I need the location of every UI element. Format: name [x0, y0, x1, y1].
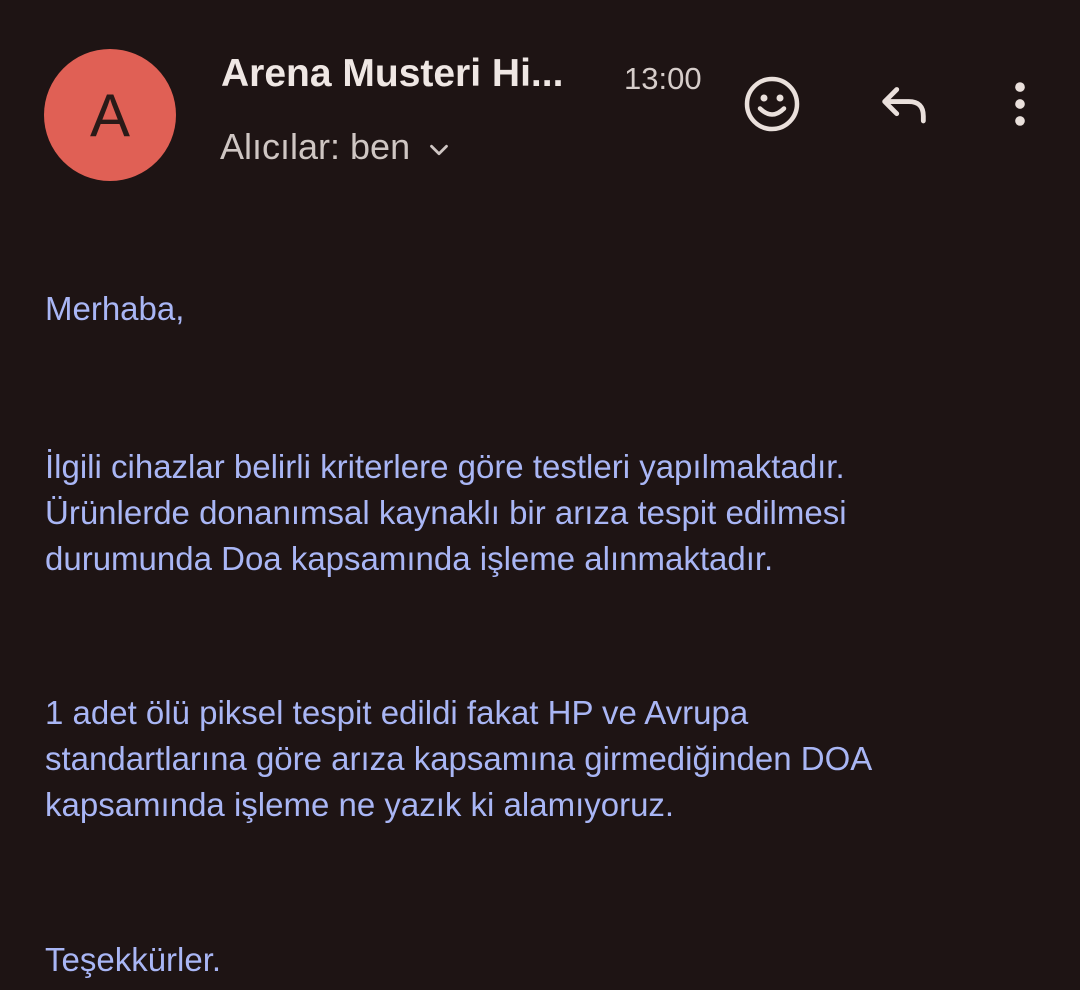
- closing-text: Teşekkürler.: [45, 941, 222, 978]
- paragraph-1-line-1: İlgili cihazlar belirli kriterlere göre …: [45, 448, 845, 485]
- emoji-reaction-button[interactable]: [736, 70, 808, 142]
- more-options-button[interactable]: [984, 70, 1056, 142]
- paragraph-1-line-3: durumunda Doa kapsamında işleme alınmakt…: [45, 540, 774, 577]
- sender-name: Arena Musteri Hi...: [221, 52, 564, 95]
- paragraph-1: İlgili cihazlar belirli kriterlere göre …: [45, 444, 1045, 582]
- paragraph-2-line-1: 1 adet ölü piksel tespit edildi fakat HP…: [45, 694, 749, 731]
- recipients-toggle[interactable]: Alıcılar: ben: [220, 126, 454, 168]
- message-time: 13:00: [624, 61, 702, 96]
- paragraph-2: 1 adet ölü piksel tespit edildi fakat HP…: [45, 690, 1045, 828]
- paragraph-2-line-3: kapsamında işleme ne yazık ki alamıyoruz…: [45, 786, 675, 823]
- paragraph-1-line-2: Ürünlerde donanımsal kaynaklı bir arıza …: [45, 494, 847, 531]
- reply-arrow-icon: [875, 75, 933, 138]
- more-vertical-icon: [991, 75, 1049, 138]
- recipients-label: Alıcılar: ben: [220, 126, 411, 167]
- reply-button[interactable]: [868, 70, 940, 142]
- chevron-down-icon[interactable]: [424, 132, 454, 162]
- sender-avatar[interactable]: A: [44, 49, 176, 181]
- paragraph-2-line-2: standartlarına göre arıza kapsamına girm…: [45, 740, 873, 777]
- greeting-text: Merhaba,: [45, 290, 185, 327]
- smiley-face-icon: [742, 74, 802, 139]
